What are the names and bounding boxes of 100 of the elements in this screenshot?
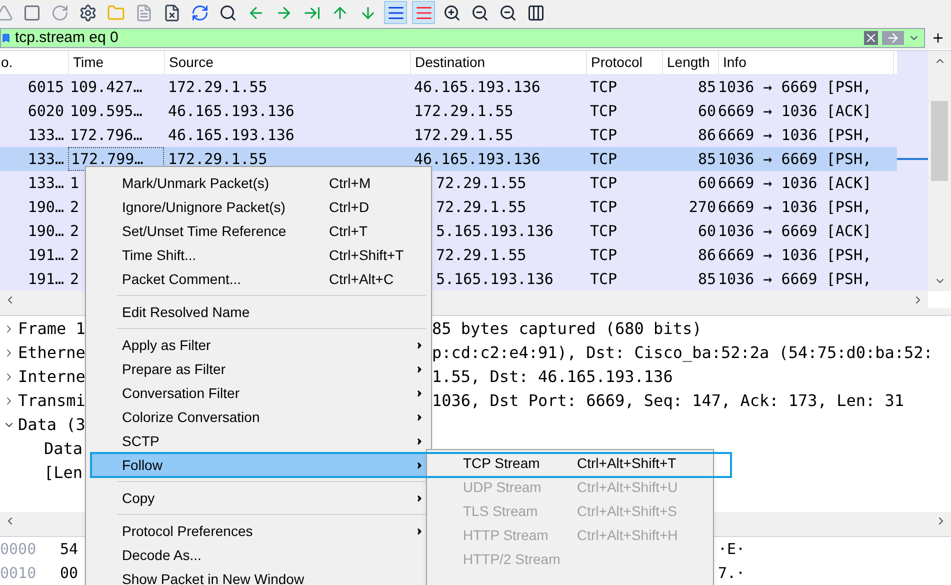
menu-item[interactable]: Colorize Conversation	[91, 405, 426, 429]
tree-item-text: 85 bytes captured (680 bits)	[432, 318, 702, 340]
column-header[interactable]: Info	[719, 51, 894, 74]
tree-item-text: 1.55, Dst: 46.165.193.136	[432, 366, 673, 388]
submenu-arrow-icon	[415, 412, 424, 422]
table-cell-text: 133…	[26, 124, 65, 146]
table-cell-text: 190…	[26, 196, 65, 218]
column-header[interactable]: Time	[69, 51, 165, 74]
table-cell: 72.29.1.55	[436, 246, 526, 264]
table-cell-text: 6669 → 1036 [ACK]	[718, 172, 873, 194]
column-header[interactable]: Source	[165, 51, 411, 74]
menu-item[interactable]: Prepare as Filter	[91, 357, 426, 381]
table-cell-text: 6669 → 1036 [PSH,	[718, 124, 873, 146]
tree-item-text: 1036, Dst Port: 6669, Seq: 147, Ack: 173, Len: 31	[432, 390, 904, 412]
display-filter-field[interactable]: tcp.stream eq 0	[0, 28, 925, 48]
close-file-icon	[162, 4, 180, 22]
packet-row[interactable]: 6020 109.595… 46.165.193.136 172.29.1.55 TCP 60 6669 → 1036 [ACK]	[0, 99, 897, 123]
menu-item: HTTP Stream Ctrl+Alt+Shift+H	[462, 526, 679, 544]
menu-item[interactable]: SCTP	[91, 429, 426, 453]
tree-item-text: p:cd:c2:e4:91), Dst: Cisco_ba:52:2a (54:75:d0:ba:52:	[432, 342, 933, 364]
menu-item: HTTP/2 Stream	[462, 550, 562, 568]
tree-item-text: Frame 1	[18, 319, 86, 338]
menu-item: UDP Stream Ctrl+Alt+Shift+U	[462, 478, 679, 496]
table-cell-text: 6669 → 1036 [ACK]	[718, 100, 873, 122]
table-cell: 172.29.1.55	[414, 102, 514, 120]
table-cell-text: TCP	[589, 76, 618, 98]
reload-icon	[190, 4, 208, 22]
table-cell-text: 191…	[26, 268, 65, 290]
table-cell: 60	[698, 102, 716, 120]
table-cell: 46.165.193.136	[414, 78, 540, 96]
vertical-scrollbar[interactable]	[928, 51, 951, 291]
table-cell: 86	[698, 246, 716, 264]
tree-item-text: Etherne	[18, 343, 86, 362]
table-cell-text: 172.796…	[69, 124, 144, 146]
table-cell-text: 2	[69, 220, 80, 242]
hex-ascii: ·E·	[718, 538, 746, 560]
menu-item[interactable]: Apply as Filter	[91, 333, 426, 357]
add-icon[interactable]	[931, 31, 945, 45]
stop-icon	[22, 4, 40, 22]
settings-icon	[78, 4, 96, 22]
table-cell: 270	[688, 198, 716, 216]
menu-item[interactable]: Follow	[91, 453, 426, 477]
table-cell-text: 109.595…	[69, 100, 144, 122]
tree-item-text: Interne	[18, 367, 86, 386]
table-cell-text: TCP	[589, 220, 618, 242]
table-cell: 172.29.1.55	[168, 78, 268, 96]
packet-row[interactable]: 133… 172.796… 46.165.193.136 172.29.1.55 TCP 86 6669 → 1036 [PSH,	[0, 123, 897, 147]
menu-item[interactable]: Edit Resolved Name	[91, 300, 426, 324]
table-cell: 72.29.1.55	[436, 198, 526, 216]
table-cell: 86	[698, 126, 716, 144]
colored-lines-button[interactable]	[412, 1, 435, 24]
table-cell-text: 109.427…	[69, 76, 144, 98]
table-cell: 46.165.193.136	[168, 126, 294, 144]
menu-item[interactable]: Protocol Preferences	[91, 519, 426, 543]
table-cell-text: 133…	[26, 148, 65, 170]
zoom-in-icon	[442, 4, 460, 22]
table-cell: 60	[698, 222, 716, 240]
restart-icon	[50, 4, 68, 22]
clear-icon[interactable]	[864, 31, 878, 45]
menu-item[interactable]: Conversation Filter	[91, 381, 426, 405]
hex-ascii: 7.·	[718, 562, 746, 584]
column-header[interactable]: o.	[0, 51, 69, 74]
autoscroll-button[interactable]	[384, 1, 407, 24]
table-cell-text: TCP	[589, 148, 618, 170]
packet-row[interactable]: 6015 109.427… 172.29.1.55 46.165.193.136 TCP 85 1036 → 6669 [PSH,	[0, 75, 897, 99]
menu-item[interactable]: Ignore/Unignore Packet(s) Ctrl+D	[91, 195, 426, 219]
resize-columns-icon	[526, 4, 544, 22]
table-cell-text: TCP	[589, 172, 618, 194]
table-cell-text: TCP	[589, 124, 618, 146]
table-cell-text: 1	[69, 172, 80, 194]
menu-item[interactable]: Packet Comment... Ctrl+Alt+C	[91, 267, 426, 291]
packet-row[interactable]: 133… 172.799… 172.29.1.55 46.165.193.136 TCP 85 1036 → 6669 [PSH,	[0, 147, 897, 171]
column-header[interactable]: Protocol	[587, 51, 663, 74]
hex-offset: 0000	[0, 538, 38, 560]
column-header[interactable]: Length	[663, 51, 719, 74]
submenu-arrow-icon	[415, 436, 424, 446]
submenu-arrow-icon	[415, 364, 424, 374]
submenu-arrow-icon	[415, 340, 424, 350]
menu-item[interactable]: Time Shift... Ctrl+Shift+T	[91, 243, 426, 267]
column-header[interactable]: Destination	[411, 51, 587, 74]
table-cell: 46.165.193.136	[168, 102, 294, 120]
filter-text: tcp.stream eq 0	[15, 28, 118, 48]
menu-item[interactable]: Set/Unset Time Reference Ctrl+T	[91, 219, 426, 243]
menu-item[interactable]: Mark/Unmark Packet(s) Ctrl+M	[91, 171, 426, 195]
menu-item[interactable]: Copy	[91, 486, 426, 510]
menu-item[interactable]: Decode As...	[91, 543, 426, 567]
menu-item[interactable]: Show Packet in New Window	[91, 567, 426, 585]
table-cell-text: 190…	[26, 220, 65, 242]
scrollbar-thumb[interactable]	[931, 101, 948, 181]
file-icon	[134, 4, 152, 22]
folder-icon	[106, 4, 124, 22]
table-cell-text: 6015	[26, 76, 65, 98]
zoom-out-icon	[470, 4, 488, 22]
table-cell-text: 1036 → 6669 [PSH,	[718, 76, 873, 98]
tree-item-text: Transmi	[18, 391, 86, 410]
submenu-arrow-icon	[415, 460, 424, 470]
table-cell-text: 6669 → 1036 [PSH,	[718, 244, 873, 266]
table-cell-text: TCP	[589, 100, 618, 122]
submenu-arrow-icon	[415, 526, 424, 536]
table-cell: 5.165.193.136	[436, 270, 554, 288]
